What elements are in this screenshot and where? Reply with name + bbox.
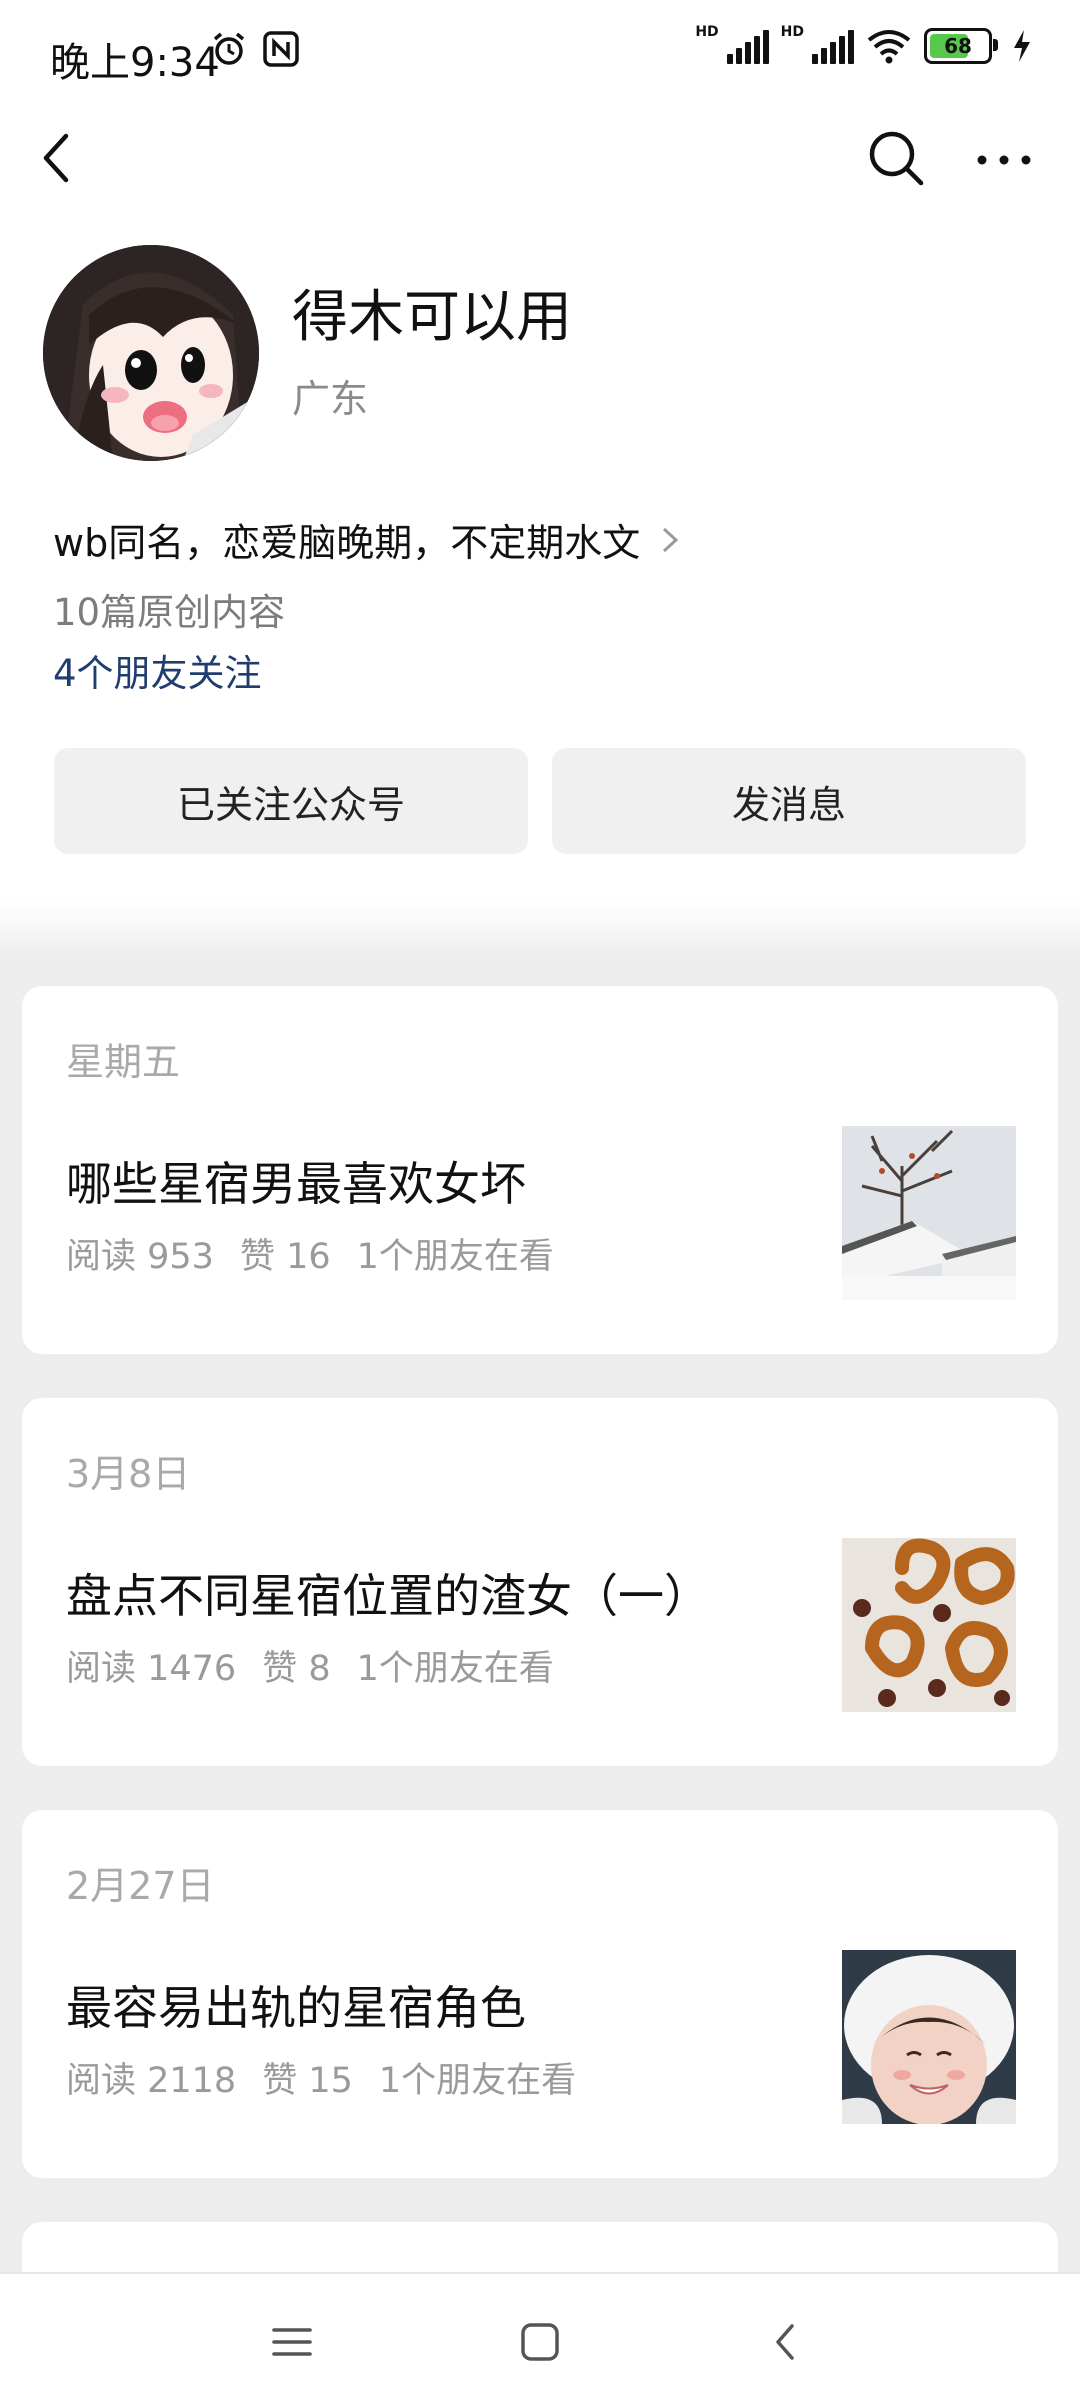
alarm-icon xyxy=(213,32,245,65)
battery-icon: 68 xyxy=(924,28,998,64)
battery-level: 68 xyxy=(944,34,972,58)
article-title[interactable]: 最容易出轨的星宿角色 xyxy=(66,1972,526,2038)
article-stats: 阅读 2118 赞 15 1个朋友在看 xyxy=(66,2052,576,2103)
chevron-right-icon xyxy=(663,527,679,552)
friends-reading: 1个朋友在看 xyxy=(356,1237,554,1277)
followed-account-button[interactable]: 已关注公众号 xyxy=(54,748,528,854)
account-bio[interactable]: wb同名，恋爱脑晚期，不定期水文 xyxy=(53,512,682,567)
read-count: 阅读 953 xyxy=(66,1237,214,1277)
hd-label: HD xyxy=(695,24,719,40)
article-title[interactable]: 哪些星宿男最喜欢女坏 xyxy=(66,1148,526,1214)
more-icon[interactable] xyxy=(974,135,1034,185)
signal-icon xyxy=(812,28,854,64)
back-icon[interactable] xyxy=(34,128,82,188)
status-time: 晚上9:34 xyxy=(50,40,220,86)
back-icon[interactable] xyxy=(758,2314,814,2370)
friends-following-link[interactable]: 4个朋友关注 xyxy=(53,643,262,697)
account-name: 得木可以用 xyxy=(292,285,572,350)
article-stats: 阅读 953 赞 16 1个朋友在看 xyxy=(66,1228,554,1279)
signal-icon xyxy=(726,28,769,64)
send-message-button[interactable]: 发消息 xyxy=(552,748,1026,854)
wifi-icon xyxy=(867,30,911,64)
article-stats: 阅读 1476 赞 8 1个朋友在看 xyxy=(66,1640,554,1691)
article-thumbnail[interactable] xyxy=(842,1126,1016,1300)
friends-reading: 1个朋友在看 xyxy=(378,2061,577,2101)
like-count: 赞 15 xyxy=(262,2061,353,2101)
article-thumbnail[interactable] xyxy=(842,1950,1016,2124)
hd-label: HD xyxy=(780,24,804,40)
article-card[interactable]: 星期五 哪些星宿男最喜欢女坏 阅读 953 赞 16 1个朋友在看 xyxy=(22,986,1058,1354)
status-bar: 晚上9:34 HD HD 68 xyxy=(0,0,1080,110)
friends-reading: 1个朋友在看 xyxy=(356,1649,554,1689)
article-date: 3月8日 xyxy=(66,1452,191,1496)
article-date: 2月27日 xyxy=(66,1864,215,1908)
like-count: 赞 16 xyxy=(239,1237,331,1277)
avatar[interactable] xyxy=(43,245,259,461)
article-thumbnail[interactable] xyxy=(842,1538,1016,1712)
article-card[interactable]: 3月8日 盘点不同星宿位置的渣女（一） 阅读 1476 赞 8 1个朋友在看 xyxy=(22,1398,1058,1766)
article-date: 星期五 xyxy=(66,1040,181,1084)
search-icon[interactable] xyxy=(866,128,926,188)
system-nav-bar xyxy=(0,2272,1080,2402)
home-icon[interactable] xyxy=(512,2314,568,2370)
original-count: 10篇原创内容 xyxy=(53,591,286,634)
article-card[interactable]: 2月27日 最容易出轨的星宿角色 阅读 2118 赞 15 1个朋友在看 xyxy=(22,1810,1058,2178)
article-title[interactable]: 盘点不同星宿位置的渣女（一） xyxy=(66,1560,710,1626)
nfc-icon xyxy=(263,31,299,67)
like-count: 赞 8 xyxy=(262,1649,331,1689)
account-region: 广东 xyxy=(292,377,369,421)
menu-icon[interactable] xyxy=(264,2314,320,2370)
bio-text: wb同名，恋爱脑晚期，不定期水文 xyxy=(53,521,641,565)
charging-icon xyxy=(1014,30,1030,62)
read-count: 阅读 1476 xyxy=(66,1649,237,1689)
read-count: 阅读 2118 xyxy=(66,2061,237,2101)
